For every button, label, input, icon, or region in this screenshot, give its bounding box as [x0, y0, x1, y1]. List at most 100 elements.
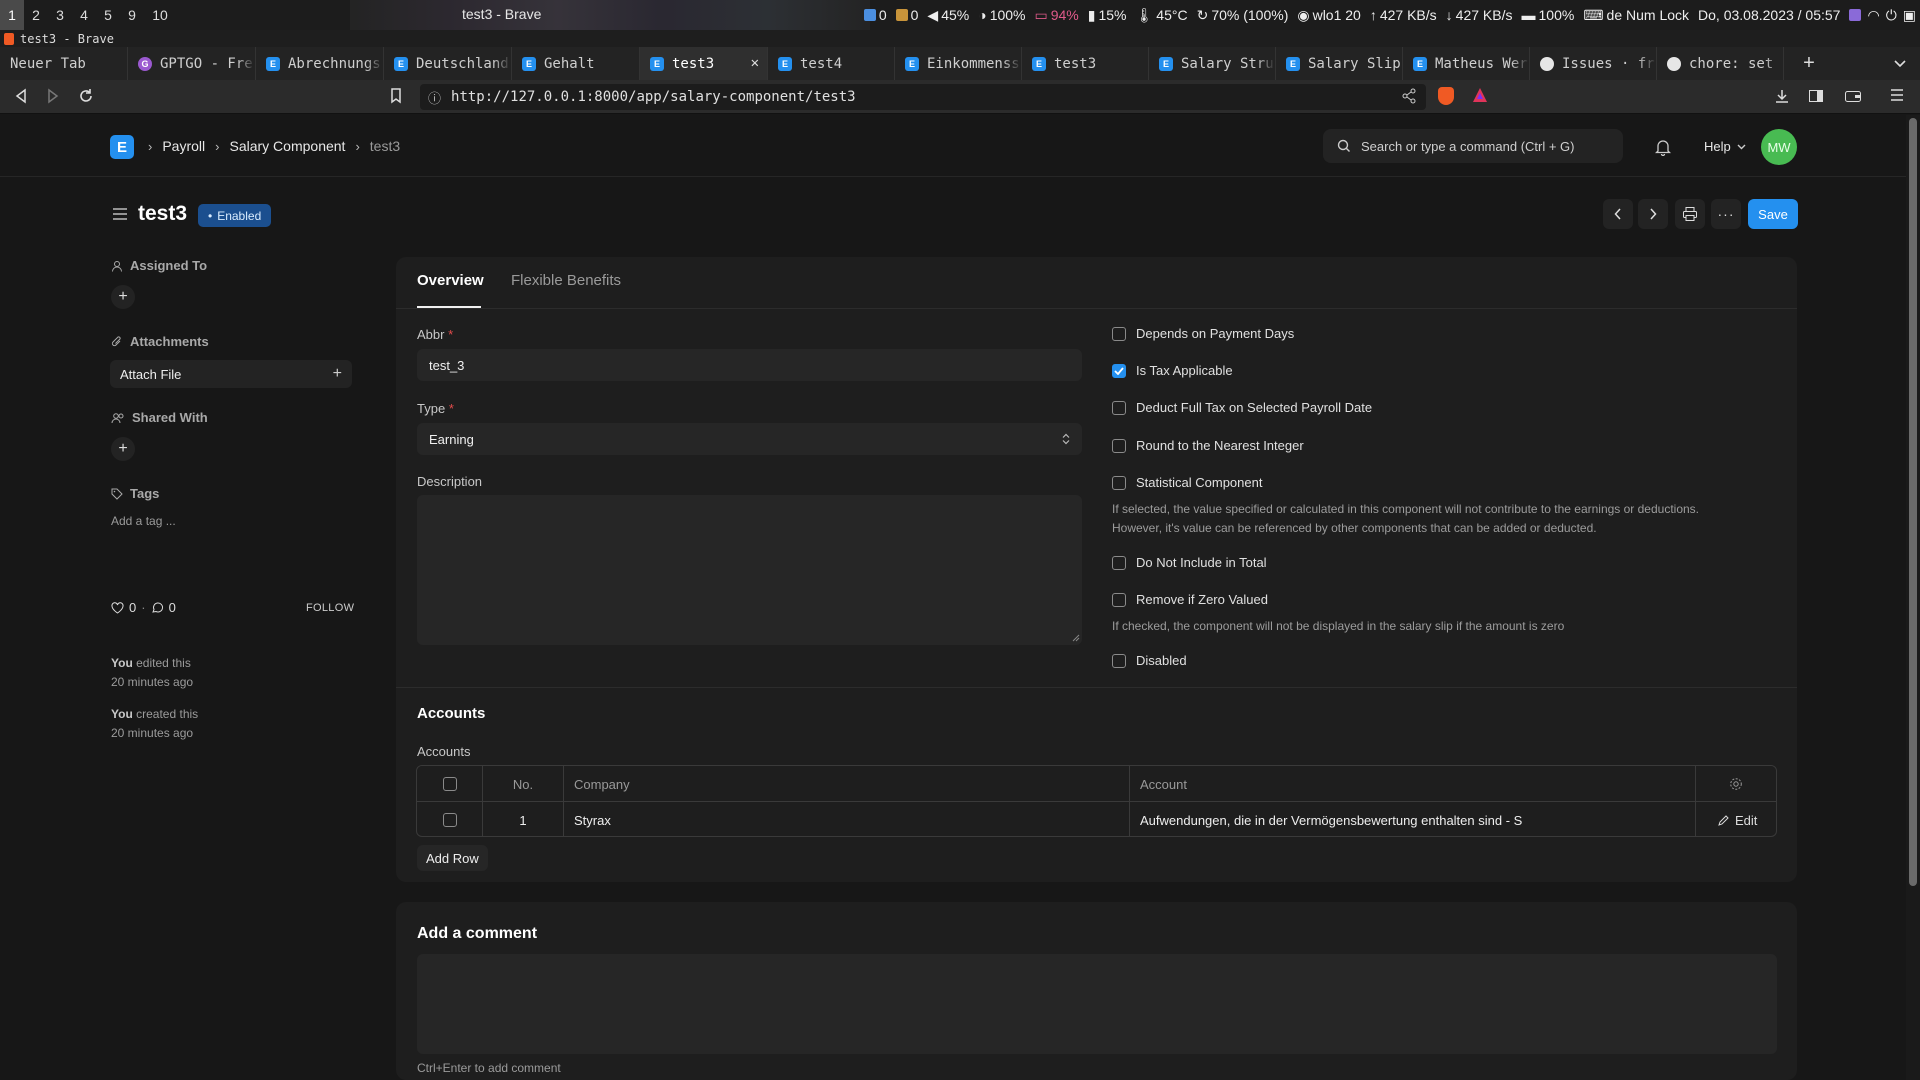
add-assignment-button[interactable]: + — [111, 285, 135, 309]
print-button[interactable] — [1675, 199, 1705, 229]
checkbox-box[interactable] — [1112, 555, 1126, 570]
browser-tab[interactable]: E Matheus Wer — [1403, 47, 1530, 80]
checkbox-is-tax-applicable[interactable]: Is Tax Applicable — [1112, 363, 1233, 378]
avatar[interactable]: MW — [1761, 129, 1797, 165]
wallet-icon[interactable] — [1844, 88, 1862, 104]
browser-tab[interactable]: E Einkommenss — [895, 47, 1022, 80]
workspace-4[interactable]: 4 — [72, 0, 96, 30]
browser-tab[interactable]: Issues · fr — [1530, 47, 1657, 80]
previous-doc-button[interactable] — [1603, 199, 1633, 229]
browser-tab[interactable]: G GPTGO - Fre — [128, 47, 256, 80]
row-company[interactable]: Styrax — [574, 802, 611, 836]
tab-flexible-benefits[interactable]: Flexible Benefits — [511, 272, 621, 289]
attach-file-button[interactable]: Attach File + — [110, 360, 352, 388]
checkbox-box[interactable] — [1112, 326, 1126, 341]
browser-tab[interactable]: E Gehalt — [512, 47, 640, 80]
checkbox-round-nearest-integer[interactable]: Round to the Nearest Integer — [1112, 438, 1304, 453]
browser-tab[interactable]: Etest4 — [768, 47, 895, 80]
workspace-9[interactable]: 9 — [120, 0, 144, 30]
notification-bell-icon[interactable] — [1655, 138, 1671, 156]
checkbox-box[interactable] — [443, 813, 457, 827]
checkbox-depends-on-payment-days[interactable]: Depends on Payment Days — [1112, 326, 1294, 341]
awesomebar-search[interactable]: Search or type a command (Ctrl + G) — [1323, 129, 1623, 163]
browser-tab[interactable]: E Deutschland — [384, 47, 512, 80]
new-tab-button[interactable]: + — [1784, 47, 1834, 80]
url-bar[interactable]: ⓘ http://127.0.0.1:8000/app/salary-compo… — [420, 84, 1426, 110]
sidebar-toggle-icon[interactable] — [1808, 88, 1824, 104]
breadcrumb-salary-component[interactable]: Salary Component — [229, 138, 345, 154]
scrollbar-thumb[interactable] — [1909, 118, 1917, 886]
next-doc-button[interactable] — [1638, 199, 1668, 229]
breadcrumb-payroll[interactable]: Payroll — [162, 138, 205, 154]
row-account[interactable]: Aufwendungen, die in der Vermögensbewert… — [1140, 802, 1522, 836]
comment-icon[interactable] — [151, 602, 164, 614]
app-logo[interactable]: E — [110, 135, 134, 159]
workspace-1[interactable]: 1 — [0, 0, 24, 30]
comment-input[interactable] — [417, 954, 1777, 1054]
description-textarea[interactable] — [417, 495, 1082, 645]
downloads-icon[interactable] — [1774, 88, 1790, 104]
bookmark-icon[interactable] — [390, 88, 402, 104]
sidebar-toggle-hamburger-icon[interactable] — [112, 207, 128, 221]
heart-icon[interactable] — [111, 601, 124, 614]
tab-overview[interactable]: Overview — [417, 272, 484, 289]
brave-rewards-icon[interactable] — [1472, 87, 1488, 103]
tab-list-chevron-icon[interactable] — [1880, 47, 1920, 80]
add-share-button[interactable]: + — [111, 437, 135, 461]
select-all-checkbox[interactable] — [443, 777, 457, 791]
accounts-section-title[interactable]: Accounts — [417, 705, 485, 722]
url-text[interactable]: http://127.0.0.1:8000/app/salary-compone… — [451, 89, 856, 105]
checkbox-box[interactable] — [443, 777, 457, 791]
wifi-icon[interactable]: ◠ — [1867, 7, 1879, 24]
checkbox-box-checked[interactable] — [1112, 363, 1126, 378]
browser-tab[interactable]: Etest3 — [1022, 47, 1149, 80]
browser-tab[interactable]: E Abrechnungs — [256, 47, 384, 80]
browser-tab[interactable]: chore: set — [1657, 47, 1784, 80]
workspace-5[interactable]: 5 — [96, 0, 120, 30]
close-tab-icon[interactable]: ✕ — [751, 55, 759, 71]
tab-fade — [1765, 47, 1783, 80]
activity-user[interactable]: You — [111, 707, 133, 721]
checkbox-box[interactable] — [1112, 438, 1126, 453]
checkbox-statistical-component[interactable]: Statistical Component — [1112, 475, 1262, 490]
activity-user[interactable]: You — [111, 656, 133, 670]
breadcrumb-current[interactable]: test3 — [370, 138, 400, 154]
reload-icon[interactable] — [78, 88, 94, 104]
checkbox-deduct-full-tax[interactable]: Deduct Full Tax on Selected Payroll Date — [1112, 400, 1372, 415]
back-icon[interactable] — [14, 88, 28, 104]
row-checkbox[interactable] — [443, 813, 457, 827]
workspace-10[interactable]: 10 — [144, 0, 176, 30]
checkbox-disabled[interactable]: Disabled — [1112, 653, 1187, 668]
tray-menu-icon[interactable]: ▣ — [1903, 7, 1916, 24]
browser-tab[interactable]: E Salary Stru — [1149, 47, 1276, 80]
browser-tab[interactable]: Neuer Tab — [0, 47, 128, 80]
type-select[interactable]: Earning — [417, 423, 1082, 455]
checkbox-do-not-include-in-total[interactable]: Do Not Include in Total — [1112, 555, 1267, 570]
workspace-3[interactable]: 3 — [48, 0, 72, 30]
abbr-input[interactable]: test_3 — [417, 349, 1082, 381]
add-row-button[interactable]: Add Row — [417, 845, 488, 871]
browser-tab-active[interactable]: Etest3 ✕ — [640, 47, 768, 80]
checkbox-box[interactable] — [1112, 475, 1126, 490]
row-edit-button[interactable]: Edit — [1718, 802, 1757, 836]
checkbox-box[interactable] — [1112, 400, 1126, 415]
power-icon[interactable]: ⏻ — [1886, 7, 1897, 24]
forward-icon[interactable] — [46, 88, 60, 104]
checkbox-box[interactable] — [1112, 653, 1126, 668]
tray-app-icon[interactable] — [1849, 9, 1862, 21]
column-settings-gear-icon[interactable] — [1729, 777, 1743, 791]
checkbox-remove-if-zero[interactable]: Remove if Zero Valued — [1112, 592, 1268, 607]
browser-tab[interactable]: E Salary Slip — [1276, 47, 1403, 80]
save-button[interactable]: Save — [1748, 199, 1798, 229]
checkbox-box[interactable] — [1112, 592, 1126, 607]
site-info-icon[interactable]: ⓘ — [428, 88, 441, 107]
share-icon[interactable] — [1402, 88, 1416, 104]
help-dropdown[interactable]: Help — [1704, 139, 1746, 154]
browser-menu-icon[interactable] — [1890, 88, 1904, 102]
workspace-2[interactable]: 2 — [24, 0, 48, 30]
add-tag-link[interactable]: Add a tag ... — [111, 514, 176, 528]
brave-shields-icon[interactable] — [1438, 87, 1454, 105]
follow-button[interactable]: FOLLOW — [306, 602, 354, 614]
resize-handle-icon[interactable] — [1072, 634, 1080, 642]
more-actions-button[interactable]: ··· — [1711, 199, 1741, 229]
